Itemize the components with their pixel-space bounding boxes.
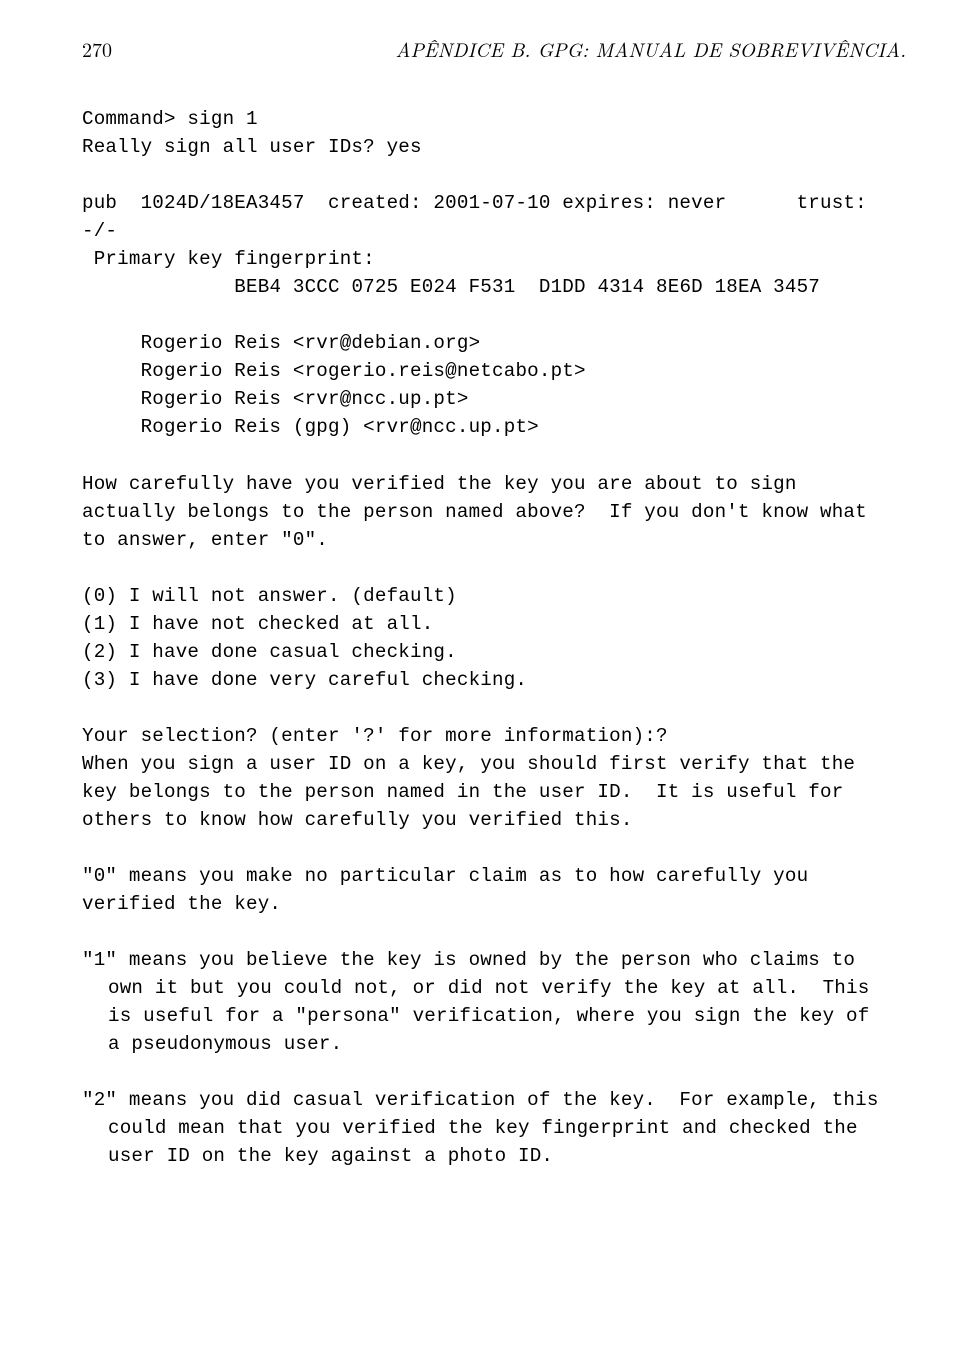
paragraph-meaning-0: "0" means you make no particular claim a… [82, 862, 906, 918]
paragraph-meaning-1: "1" means you believe the key is owned b… [82, 946, 906, 1058]
text-block: could mean that you verified the key fin… [108, 1114, 906, 1170]
text-line: "2" means you did casual verification of… [82, 1086, 906, 1114]
page-number: 270 [82, 34, 112, 63]
paragraph-selection: Your selection? (enter '?' for more info… [82, 722, 906, 834]
paragraph-meaning-2: "2" means you did casual verification of… [82, 1086, 906, 1170]
paragraph-pubkey: pub 1024D/18EA3457 created: 2001-07-10 e… [82, 189, 906, 301]
page-title: APÊNDICE B. GPG: MANUAL DE SOBREVIVÊNCIA… [396, 34, 907, 63]
text-line: "1" means you believe the key is owned b… [82, 946, 906, 974]
paragraph-cmd: Command> sign 1 Really sign all user IDs… [82, 105, 906, 161]
paragraph-question: How carefully have you verified the key … [82, 470, 906, 554]
text-block: own it but you could not, or did not ver… [108, 974, 906, 1058]
page-header: 270 APÊNDICE B. GPG: MANUAL DE SOBREVIVÊ… [82, 34, 906, 63]
paragraph-options: (0) I will not answer. (default) (1) I h… [82, 582, 906, 694]
paragraph-uids: Rogerio Reis <rvr@debian.org> Rogerio Re… [82, 329, 906, 441]
